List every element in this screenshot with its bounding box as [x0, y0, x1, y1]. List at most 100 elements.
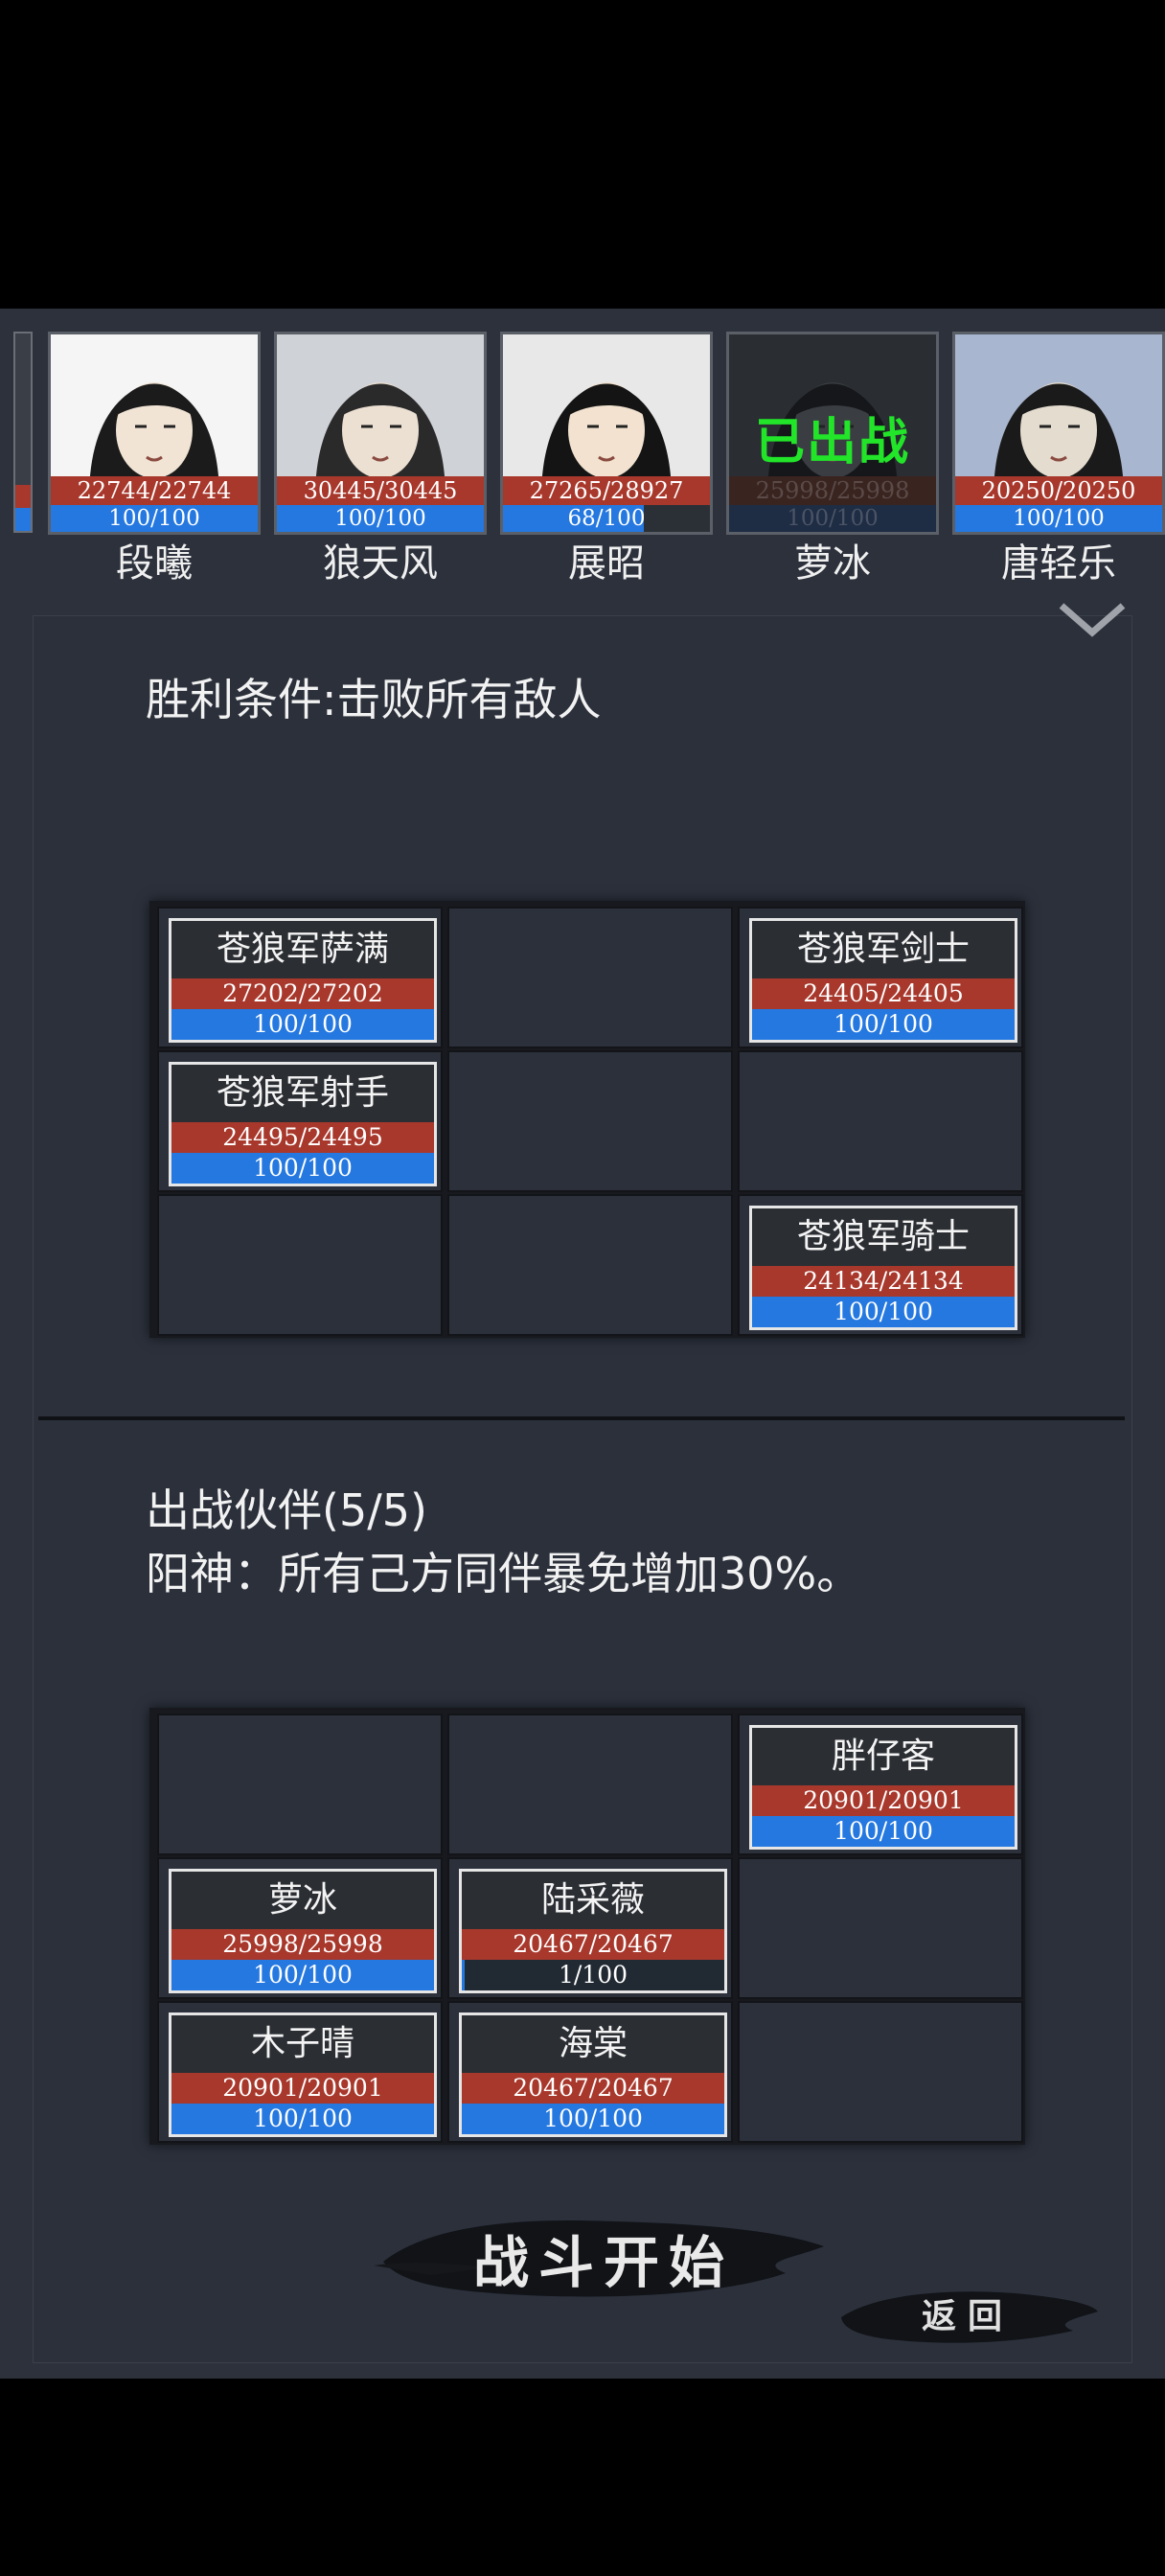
enemy-slot[interactable]: 苍狼军骑士 24134/24134 100/100 — [738, 1194, 1023, 1336]
party-slot[interactable]: 海棠 20467/20467 100/100 — [447, 2001, 733, 2143]
unit-mp-value: 100/100 — [253, 2104, 353, 2132]
unit-mp-value: 100/100 — [253, 1961, 353, 1989]
enemy-slot[interactable] — [447, 907, 733, 1048]
hero-portrait-frame[interactable]: 22744/22744 100/100 — [48, 332, 261, 535]
unit-name: 苍狼军萨满 — [216, 930, 389, 969]
enemy-slot[interactable]: 苍狼军萨满 27202/27202 100/100 — [157, 907, 443, 1048]
unit-mp-bar: 1/100 — [462, 1960, 724, 1990]
hero-hp-bar: 30445/30445 — [277, 476, 484, 505]
unit-hp-bar: 24134/24134 — [752, 1266, 1015, 1297]
hero-portrait — [51, 334, 258, 497]
start-battle-button[interactable]: 战斗开始 — [374, 2204, 834, 2312]
unit-mp-value: 100/100 — [834, 1817, 933, 1845]
hero-card-3[interactable]: 已出战 25998/25998 100/100 萝冰 — [726, 332, 939, 600]
roster-partial-hp-bar — [15, 485, 31, 508]
hero-name: 唐轻乐 — [1001, 541, 1116, 586]
hero-name: 段曦 — [116, 541, 193, 586]
roster-partial-card[interactable] — [13, 332, 33, 533]
unit-name: 木子晴 — [250, 2024, 354, 2063]
party-slot[interactable] — [738, 1857, 1023, 1999]
hero-name: 萝冰 — [794, 541, 871, 586]
unit-mp-bar: 100/100 — [171, 1153, 434, 1184]
chevron-down-icon[interactable] — [1054, 600, 1131, 638]
hero-name: 狼天风 — [323, 541, 438, 586]
unit-mp-bar: 100/100 — [752, 1009, 1015, 1040]
unit-mp-bar: 100/100 — [171, 2104, 434, 2134]
hero-roster[interactable]: 22744/22744 100/100 段曦 30445/30445 100/100 狼天… — [0, 322, 1165, 600]
hero-portrait — [955, 334, 1162, 497]
hero-portrait-frame[interactable]: 已出战 25998/25998 100/100 — [726, 332, 939, 535]
hero-portrait — [277, 334, 484, 497]
unit-mp-bar: 100/100 — [171, 1960, 434, 1990]
hero-mp-value: 100/100 — [787, 506, 879, 531]
unit-hp-bar: 25998/25998 — [171, 1929, 434, 1960]
back-button[interactable]: 返回 — [834, 2275, 1102, 2352]
hero-mp-bar: 100/100 — [955, 505, 1162, 532]
party-slot[interactable]: 木子晴 20901/20901 100/100 — [157, 2001, 443, 2143]
enemy-unit-card[interactable]: 苍狼军射手 24495/24495 100/100 — [169, 1062, 437, 1186]
party-unit-card[interactable]: 胖仔客 20901/20901 100/100 — [749, 1725, 1017, 1850]
unit-name: 苍狼军射手 — [216, 1073, 389, 1113]
hero-portrait-frame[interactable]: 20250/20250 100/100 — [952, 332, 1165, 535]
unit-mp-bar: 100/100 — [752, 1297, 1015, 1327]
unit-hp-bar: 20467/20467 — [462, 1929, 724, 1960]
roster-partial-mp-bar — [15, 508, 31, 531]
enemy-slot[interactable]: 苍狼军射手 24495/24495 100/100 — [157, 1050, 443, 1192]
party-bonus-text: 阳神：所有己方同伴暴免增加30%。 — [146, 1548, 861, 1599]
party-unit-card[interactable]: 木子晴 20901/20901 100/100 — [169, 2012, 437, 2137]
hero-card-1[interactable]: 30445/30445 100/100 狼天风 — [274, 332, 487, 600]
unit-hp-bar: 24495/24495 — [171, 1122, 434, 1153]
hero-card-4[interactable]: 20250/20250 100/100 唐轻乐 — [952, 332, 1165, 600]
unit-mp-fill — [462, 1960, 465, 1990]
enemy-slot[interactable] — [447, 1050, 733, 1192]
section-divider — [38, 1416, 1125, 1420]
enemy-unit-card[interactable]: 苍狼军骑士 24134/24134 100/100 — [749, 1206, 1017, 1330]
unit-mp-bar: 100/100 — [462, 2104, 724, 2134]
party-formation-grid: 胖仔客 20901/20901 100/100 萝冰 25998/25998 100/10… — [149, 1708, 1025, 2145]
enemy-formation-grid: 苍狼军萨满 27202/27202 100/100 苍狼军剑士 24405/24405 1… — [149, 901, 1025, 1338]
enemy-slot[interactable]: 苍狼军剑士 24405/24405 100/100 — [738, 907, 1023, 1048]
deployed-label: 已出战 — [754, 414, 910, 472]
hero-portrait-frame[interactable]: 27265/28927 68/100 — [500, 332, 713, 535]
hero-card-0[interactable]: 22744/22744 100/100 段曦 — [48, 332, 261, 600]
hero-mp-bar: 100/100 — [51, 505, 258, 532]
party-slot[interactable] — [738, 2001, 1023, 2143]
unit-mp-bar: 100/100 — [752, 1816, 1015, 1847]
enemy-unit-card[interactable]: 苍狼军剑士 24405/24405 100/100 — [749, 918, 1017, 1043]
unit-mp-value: 100/100 — [834, 1010, 933, 1038]
unit-mp-bar: 100/100 — [171, 1009, 434, 1040]
party-slot[interactable]: 萝冰 25998/25998 100/100 — [157, 1857, 443, 1999]
victory-condition: 胜利条件:击败所有敌人 — [146, 674, 602, 725]
unit-mp-value: 100/100 — [253, 1154, 353, 1182]
party-slot[interactable]: 胖仔客 20901/20901 100/100 — [738, 1714, 1023, 1855]
party-unit-card[interactable]: 萝冰 25998/25998 100/100 — [169, 1869, 437, 1993]
party-title: 出战伙伴(5/5) — [146, 1484, 427, 1536]
enemy-slot[interactable] — [157, 1194, 443, 1336]
hero-mp-bar: 100/100 — [729, 505, 936, 532]
hero-hp-bar: 25998/25998 — [729, 476, 936, 505]
hero-hp-bar: 20250/20250 — [955, 476, 1162, 505]
party-slot[interactable] — [447, 1714, 733, 1855]
unit-hp-bar: 27202/27202 — [171, 978, 434, 1009]
hero-mp-value: 100/100 — [334, 506, 426, 531]
hero-mp-value: 100/100 — [1013, 506, 1105, 531]
party-slot[interactable] — [157, 1714, 443, 1855]
hero-name: 展昭 — [568, 541, 645, 586]
hero-mp-bar: 68/100 — [503, 505, 710, 532]
unit-hp-bar: 24405/24405 — [752, 978, 1015, 1009]
party-unit-card[interactable]: 陆采薇 20467/20467 1/100 — [459, 1869, 727, 1993]
enemy-slot[interactable] — [447, 1194, 733, 1336]
party-slot[interactable]: 陆采薇 20467/20467 1/100 — [447, 1857, 733, 1999]
hero-portrait-frame[interactable]: 30445/30445 100/100 — [274, 332, 487, 535]
party-unit-card[interactable]: 海棠 20467/20467 100/100 — [459, 2012, 727, 2137]
unit-name: 萝冰 — [267, 1880, 337, 1920]
hero-hp-bar: 27265/28927 — [503, 476, 710, 505]
hero-hp-bar: 22744/22744 — [51, 476, 258, 505]
unit-name: 胖仔客 — [831, 1736, 935, 1776]
start-battle-label: 战斗开始 — [472, 2230, 734, 2295]
enemy-slot[interactable] — [738, 1050, 1023, 1192]
back-label: 返回 — [921, 2296, 1014, 2336]
hero-card-2[interactable]: 27265/28927 68/100 展昭 — [500, 332, 713, 600]
hero-mp-value: 68/100 — [567, 506, 646, 531]
enemy-unit-card[interactable]: 苍狼军萨满 27202/27202 100/100 — [169, 918, 437, 1043]
